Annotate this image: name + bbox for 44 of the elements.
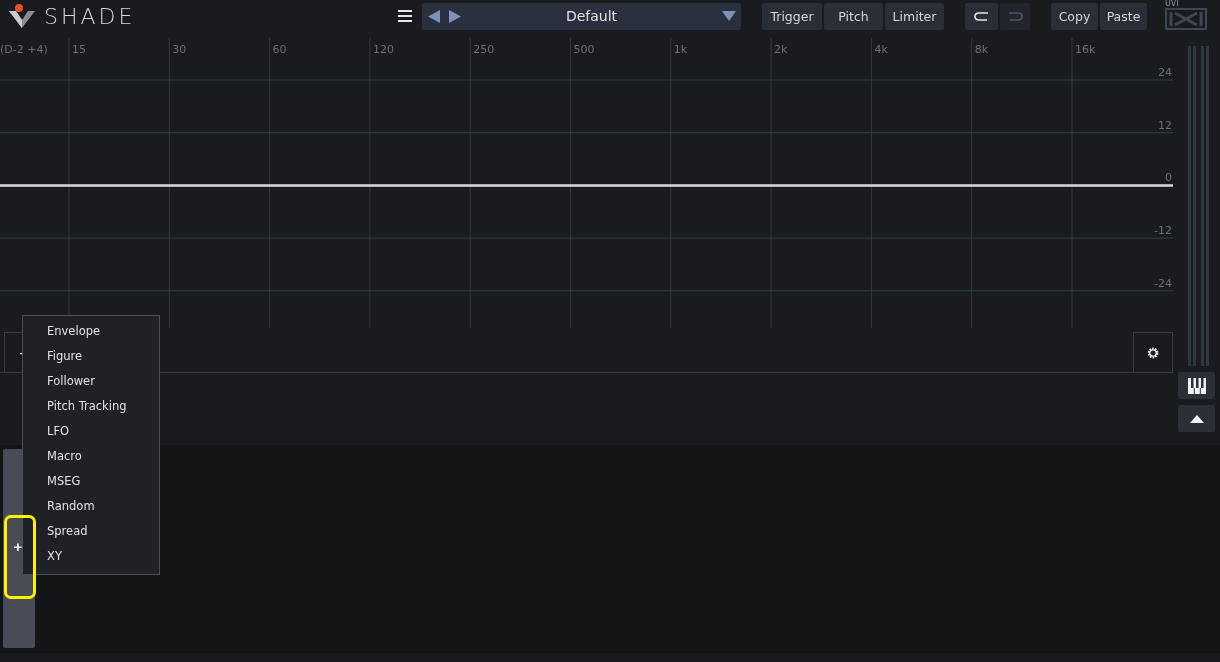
- settings-button[interactable]: [1133, 332, 1173, 372]
- settings-icon: [1146, 345, 1160, 360]
- keyboard-button[interactable]: [1178, 372, 1215, 399]
- dropdown-icon[interactable]: [722, 11, 736, 21]
- app-title: SHADE: [44, 3, 136, 29]
- frequency-label: 500: [573, 43, 595, 56]
- menu-item[interactable]: Pitch Tracking: [23, 394, 159, 419]
- brand-logo: UVI: [1165, 1, 1207, 31]
- mode-button[interactable]: Pitch: [824, 2, 883, 30]
- frequency-label: 16k: [1075, 43, 1096, 56]
- gain-label: 12: [1158, 118, 1172, 132]
- mode-button[interactable]: Trigger: [762, 2, 822, 30]
- preset-selector[interactable]: Default: [422, 2, 741, 30]
- gain-label: 0: [1165, 171, 1172, 185]
- redo-icon: [1007, 11, 1023, 21]
- logo-icon: [8, 3, 36, 29]
- gain-label: 24: [1158, 66, 1172, 79]
- gain-label: -24: [1154, 276, 1172, 290]
- menu-item[interactable]: Follower: [23, 369, 159, 394]
- frequency-label: 30: [172, 43, 187, 56]
- note-label: (D-2 +4): [0, 43, 48, 56]
- frequency-label: 250: [473, 43, 495, 56]
- paste-button[interactable]: Paste: [1100, 2, 1147, 30]
- gain-label: -12: [1154, 224, 1172, 238]
- previous-icon[interactable]: [428, 9, 440, 23]
- undo-icon: [973, 11, 990, 21]
- up-arrow-icon: [1189, 414, 1204, 423]
- frequency-label: 2k: [774, 43, 788, 56]
- next-icon[interactable]: [449, 9, 461, 23]
- preset-name: Default: [564, 8, 619, 24]
- frequency-label: 1k: [673, 43, 688, 56]
- frequency-label: 15: [72, 43, 86, 56]
- menu-icon[interactable]: [398, 10, 412, 22]
- frequency-label: 8k: [974, 43, 989, 56]
- undo-button[interactable]: [965, 2, 998, 30]
- frequency-label: 120: [372, 43, 394, 56]
- piano-icon: [1187, 377, 1206, 394]
- copy-button[interactable]: Copy: [1051, 2, 1098, 30]
- frequency-label: 4k: [874, 43, 888, 56]
- frequency-label: 60: [272, 43, 287, 56]
- menu-item[interactable]: LFO: [23, 419, 159, 444]
- collapse-button[interactable]: [1178, 405, 1215, 432]
- menu-item[interactable]: Figure: [23, 344, 159, 369]
- mode-button[interactable]: Limiter: [885, 2, 944, 30]
